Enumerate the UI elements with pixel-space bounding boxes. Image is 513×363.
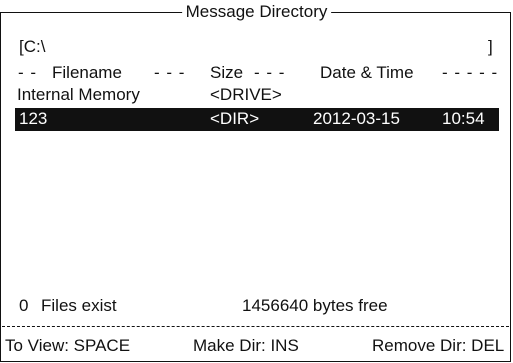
date-time-column-header[interactable]: Date & Time: [320, 63, 414, 83]
make-dir-command[interactable]: Make Dir: INS: [193, 336, 299, 356]
size-trailing-dashes: - - -: [254, 63, 286, 82]
internal-memory-size[interactable]: <DRIVE>: [210, 85, 282, 105]
selected-time: 10:54: [442, 109, 485, 128]
date-time-trailing-dashes: - - - - -: [442, 63, 499, 82]
internal-memory-filename[interactable]: Internal Memory: [17, 85, 140, 105]
header-leading-dashes: - -: [18, 63, 38, 82]
path-close-bracket: ]: [488, 37, 493, 56]
dialog-title: Message Directory: [181, 2, 332, 22]
filename-trailing-dashes: - - -: [154, 63, 186, 82]
view-command[interactable]: To View: SPACE: [5, 336, 130, 356]
command-separator: [2, 326, 509, 327]
selected-filename: 123: [19, 109, 48, 128]
filename-column-header[interactable]: Filename: [52, 63, 122, 83]
size-column-header[interactable]: Size: [210, 63, 243, 83]
bytes-free-text: 1456640 bytes free: [242, 296, 388, 315]
column-header-row: - - Filename - - - Size - - - Date & Tim…: [18, 63, 512, 83]
files-exist-text: Files exist: [41, 296, 117, 315]
selected-file-row[interactable]: 123 <DIR> 2012-03-15 10:54: [15, 108, 499, 131]
remove-dir-command[interactable]: Remove Dir: DEL: [372, 336, 504, 356]
path-prefix: [C:\: [19, 37, 46, 56]
files-count: 0: [19, 296, 29, 315]
selected-size: <DIR>: [210, 109, 260, 128]
selected-date: 2012-03-15: [313, 109, 400, 128]
